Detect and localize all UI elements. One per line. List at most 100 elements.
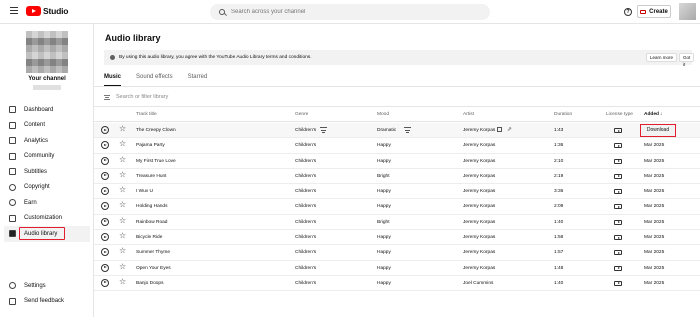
table-row[interactable]: ☆ Summer Thyme Children's Happy Jeremy Korpa… bbox=[94, 245, 700, 261]
sidebar-item-community[interactable]: Community bbox=[4, 149, 90, 165]
learn-more-button[interactable]: Learn more bbox=[646, 53, 678, 62]
channel-avatar[interactable] bbox=[26, 31, 68, 73]
sidebar-item-subtitles[interactable]: Subtitles bbox=[4, 164, 90, 180]
track-title: Summer Thyme bbox=[136, 250, 171, 256]
license-icon[interactable] bbox=[614, 219, 622, 225]
table-row[interactable]: ☆ My First True Love Children's Happy Jeremy… bbox=[94, 154, 700, 169]
star-icon[interactable]: ☆ bbox=[119, 232, 126, 240]
table-row[interactable]: ☆ Bicycle Ride Children's Happy Jeremy Korpa… bbox=[94, 230, 700, 246]
banner-text: By using this audio library, you agree w… bbox=[119, 55, 312, 60]
license-icon[interactable] bbox=[614, 265, 622, 271]
table-row[interactable]: ☆ Open Your Eyes Children's Happy Jeremy Kor… bbox=[94, 261, 700, 276]
create-button[interactable]: Create bbox=[637, 5, 671, 18]
license-icon[interactable] bbox=[614, 128, 622, 133]
license-icon[interactable] bbox=[614, 173, 622, 179]
play-icon[interactable] bbox=[101, 217, 109, 226]
sidebar-item-earn[interactable]: Earn bbox=[4, 195, 90, 211]
sidebar-item-dashboard[interactable]: Dashboard bbox=[4, 102, 90, 118]
play-icon[interactable] bbox=[101, 187, 109, 196]
track-mood: Happy bbox=[377, 280, 391, 286]
track-duration: 1:40 bbox=[554, 280, 564, 286]
play-icon[interactable] bbox=[101, 156, 109, 165]
star-icon[interactable]: ☆ bbox=[119, 262, 126, 271]
help-icon[interactable]: ? bbox=[624, 8, 632, 16]
sidebar-item-copyright[interactable]: Copyright bbox=[4, 180, 90, 196]
track-genre: Children's bbox=[295, 143, 317, 149]
table-row[interactable]: ☆ The Creepy Clown Children's Dramatic Jerem… bbox=[94, 123, 700, 139]
column-track-title[interactable]: Track title bbox=[136, 112, 157, 117]
license-icon[interactable] bbox=[614, 143, 622, 149]
account-avatar[interactable] bbox=[679, 3, 696, 20]
play-icon[interactable] bbox=[101, 278, 109, 287]
column-duration[interactable]: Duration bbox=[554, 112, 572, 117]
star-icon[interactable]: ☆ bbox=[119, 277, 126, 286]
sidebar-item-customization[interactable]: Customization bbox=[4, 211, 90, 227]
track-artist: Jeremy Korpas bbox=[463, 235, 496, 241]
filter-placeholder[interactable]: Search or filter library bbox=[116, 94, 168, 100]
filter-bar[interactable]: Search or filter library bbox=[104, 94, 168, 100]
track-added: Mar 2025 bbox=[644, 235, 665, 241]
license-icon[interactable] bbox=[614, 280, 622, 286]
license-icon[interactable] bbox=[614, 250, 622, 256]
play-icon[interactable] bbox=[101, 233, 109, 242]
download-button[interactable]: Download bbox=[640, 124, 676, 137]
star-icon[interactable]: ☆ bbox=[119, 140, 126, 148]
sidebar-item-analytics[interactable]: Analytics bbox=[4, 133, 90, 149]
play-icon[interactable] bbox=[101, 126, 109, 134]
studio-logo[interactable]: Studio bbox=[26, 5, 68, 17]
star-icon[interactable]: ☆ bbox=[119, 170, 126, 179]
play-icon[interactable] bbox=[101, 202, 109, 211]
track-genre: Children's bbox=[295, 219, 317, 225]
filter-mood-icon[interactable] bbox=[404, 127, 411, 133]
star-icon[interactable]: ☆ bbox=[119, 125, 126, 133]
share-icon[interactable]: ⇗ bbox=[507, 127, 512, 133]
star-icon[interactable]: ☆ bbox=[119, 186, 126, 194]
external-link-icon[interactable] bbox=[497, 127, 502, 132]
license-icon[interactable] bbox=[614, 158, 622, 164]
table-row[interactable]: ☆ Treasure Hunt Children's Bright Jeremy Kor… bbox=[94, 169, 700, 185]
got-it-button[interactable]: Got it bbox=[679, 53, 695, 67]
column-artist[interactable]: Artist bbox=[463, 112, 474, 117]
customization-icon bbox=[9, 214, 16, 222]
sidebar-item-content[interactable]: Content bbox=[4, 118, 90, 134]
license-icon[interactable] bbox=[614, 204, 622, 210]
star-icon[interactable]: ☆ bbox=[119, 155, 126, 164]
sidebar-item-settings[interactable]: Settings bbox=[4, 278, 90, 294]
sort-arrow-icon[interactable]: ↓ bbox=[660, 112, 662, 117]
table-row[interactable]: ☆ Pajama Party Children's Happy Jeremy Korpa… bbox=[94, 138, 700, 154]
star-icon[interactable]: ☆ bbox=[119, 247, 126, 255]
star-icon[interactable]: ☆ bbox=[119, 201, 126, 209]
table-row[interactable]: ☆ Holding Hands Children's Happy Jeremy Korp… bbox=[94, 199, 700, 215]
play-icon[interactable] bbox=[101, 171, 109, 180]
track-duration: 1:43 bbox=[554, 128, 564, 133]
track-duration: 2:19 bbox=[554, 173, 564, 179]
column-mood[interactable]: Mood bbox=[377, 112, 389, 117]
tab-music[interactable]: Music bbox=[104, 74, 122, 86]
license-icon[interactable] bbox=[614, 189, 622, 195]
table-row[interactable]: ☆ I Wuv U Children's Happy Jeremy Korpas 3:36… bbox=[94, 184, 700, 200]
table-row[interactable]: ☆ Rainbow Road Children's Bright Jeremy Korp… bbox=[94, 215, 700, 231]
track-mood: Dramatic bbox=[377, 128, 397, 133]
search-bar[interactable] bbox=[210, 4, 490, 20]
filter-genre-icon[interactable] bbox=[320, 127, 327, 133]
filter-icon bbox=[104, 94, 110, 100]
column-genre[interactable]: Genre bbox=[295, 112, 308, 117]
search-input[interactable] bbox=[231, 9, 471, 15]
tab-sound-effects[interactable]: Sound effects bbox=[136, 74, 173, 86]
play-icon[interactable] bbox=[101, 141, 109, 150]
sidebar-item-audio-library[interactable]: Audio library bbox=[4, 226, 90, 242]
license-icon[interactable] bbox=[614, 235, 622, 241]
track-added: Mar 2025 bbox=[644, 158, 665, 164]
column-license-type[interactable]: License type bbox=[606, 112, 633, 117]
track-added: Mar 2025 bbox=[644, 204, 665, 210]
menu-icon[interactable] bbox=[10, 7, 18, 15]
tab-starred[interactable]: Starred bbox=[188, 74, 208, 86]
table-row[interactable]: ☆ Banjo Doops Children's Happy Joel Cummins 1… bbox=[94, 276, 700, 292]
play-icon[interactable] bbox=[101, 248, 109, 257]
play-icon[interactable] bbox=[101, 263, 109, 272]
sidebar-nav: Dashboard Content Analytics Community Su… bbox=[4, 102, 90, 242]
sidebar-item-send-feedback[interactable]: Send feedback bbox=[4, 294, 90, 310]
star-icon[interactable]: ☆ bbox=[119, 216, 126, 225]
column-added[interactable]: Added bbox=[644, 112, 659, 117]
track-added: Mar 2025 bbox=[644, 173, 665, 179]
